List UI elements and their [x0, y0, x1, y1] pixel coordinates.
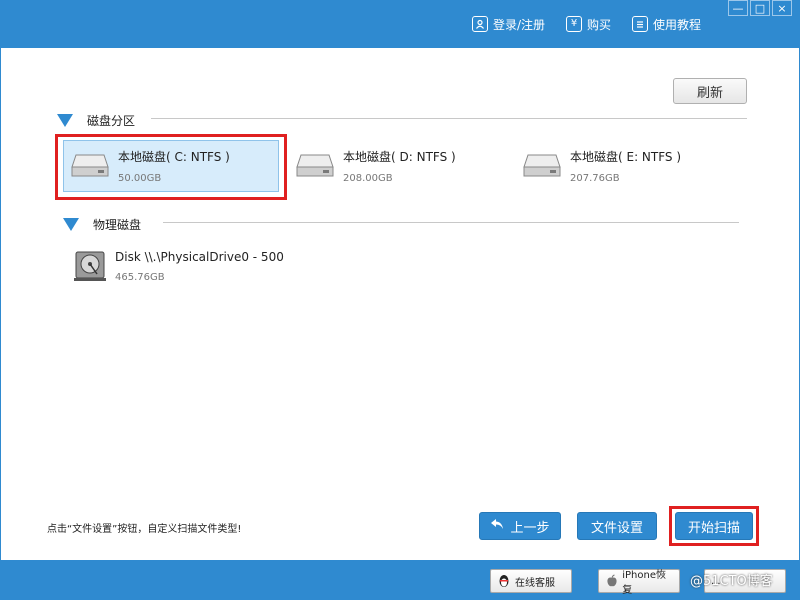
maximize-button[interactable]: □	[750, 0, 770, 16]
collapse-triangle-icon[interactable]	[63, 218, 79, 231]
apple-icon	[605, 574, 618, 588]
physical-disk-size: 465.76GB	[115, 271, 165, 283]
refresh-button[interactable]: 刷新	[673, 78, 747, 104]
file-settings-button[interactable]: 文件设置	[577, 512, 657, 540]
physical-section-header[interactable]: 物理磁盘	[63, 216, 141, 233]
physical-section-title: 物理磁盘	[93, 218, 142, 232]
online-service-button[interactable]: 在线客服	[490, 569, 572, 593]
partition-name: 本地磁盘( D: NTFS )	[343, 150, 456, 164]
back-button[interactable]: 上一步	[479, 512, 561, 540]
minimize-button[interactable]: —	[728, 0, 748, 16]
tutorial-label: 使用教程	[653, 17, 702, 32]
partition-item-d[interactable]: 本地磁盘( D: NTFS ) 208.00GB	[295, 144, 495, 188]
selection-highlight-box	[55, 134, 287, 200]
collapse-triangle-icon[interactable]	[57, 114, 73, 127]
qq-penguin-icon	[497, 574, 511, 588]
start-scan-highlight-box	[669, 506, 759, 546]
physical-drive-icon	[73, 250, 107, 282]
close-button[interactable]: ×	[772, 0, 792, 16]
login-register-label: 登录/注册	[493, 17, 546, 32]
partition-size: 207.76GB	[570, 173, 620, 184]
watermark-text: @51CTO博客	[690, 574, 773, 589]
physical-disk-name: Disk \\.\PhysicalDrive0 - 500	[115, 249, 284, 264]
section-divider	[151, 118, 747, 119]
title-bar: 登录/注册 ¥ 购买 使用教程 — □ ×	[0, 0, 800, 48]
partition-section-title: 磁盘分区	[87, 114, 136, 128]
hard-drive-icon	[295, 153, 335, 179]
online-service-label: 在线客服	[515, 577, 555, 589]
back-label: 上一步	[510, 520, 550, 536]
buy-link[interactable]: ¥ 购买	[566, 13, 611, 35]
partition-section-header[interactable]: 磁盘分区	[57, 112, 135, 129]
login-icon	[472, 16, 488, 32]
window-controls: — □ ×	[726, 0, 792, 16]
main-panel: 刷新 磁盘分区 本地磁盘( C: NTFS ) 50.00GB 本地磁盘( D:…	[0, 48, 800, 560]
partition-item-e[interactable]: 本地磁盘( E: NTFS ) 207.76GB	[522, 144, 722, 188]
physical-disk-item[interactable]: Disk \\.\PhysicalDrive0 - 500 465.76GB	[73, 244, 313, 288]
section-divider	[163, 222, 739, 223]
back-arrow-icon	[490, 518, 504, 534]
buy-label: 购买	[587, 17, 612, 32]
partition-name: 本地磁盘( E: NTFS )	[570, 150, 682, 164]
hard-drive-icon	[522, 153, 562, 179]
hint-text: 点击“文件设置”按钮，自定义扫描文件类型!	[47, 524, 242, 535]
login-register-link[interactable]: 登录/注册	[472, 13, 545, 35]
tutorial-link[interactable]: 使用教程	[632, 13, 701, 35]
partition-size: 208.00GB	[343, 173, 393, 184]
bottom-bar: 在线客服 iPhone恢复 ...	[0, 560, 800, 600]
iphone-recovery-label: iPhone恢复	[622, 570, 666, 596]
yen-icon: ¥	[566, 16, 582, 32]
iphone-recovery-button[interactable]: iPhone恢复	[598, 569, 680, 596]
book-icon	[632, 16, 648, 32]
